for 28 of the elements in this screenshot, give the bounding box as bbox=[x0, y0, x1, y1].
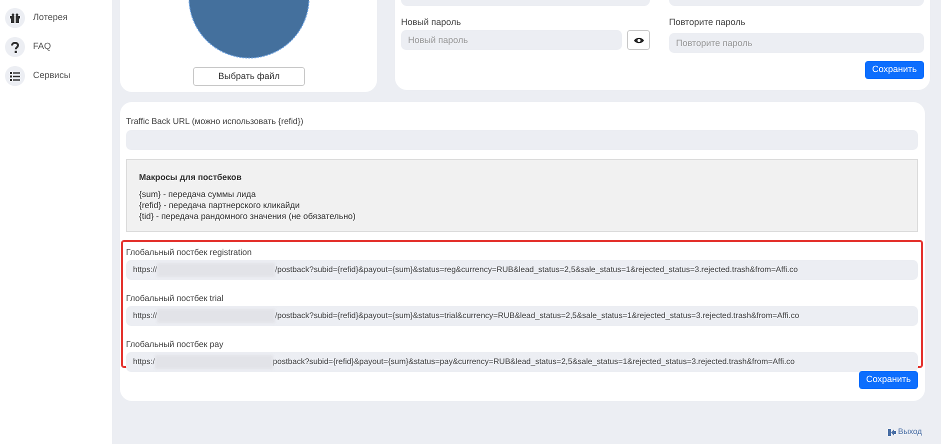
field-label: Глобальный постбек registration bbox=[126, 246, 253, 258]
save-button[interactable]: Сохранить bbox=[859, 371, 918, 389]
repeat-password-field[interactable]: Повторите пароль bbox=[669, 33, 924, 53]
postback-url-field[interactable]: https:// /postback?subid={refid}&payout={sum}&status=reg&currency=RUB&lead_status=2,5&sale_status=1&rejected_status=3.rejected.trash&from=Affi.co bbox=[126, 260, 918, 280]
eye-icon bbox=[634, 36, 644, 44]
sidebar-item[interactable]: Лотерея bbox=[33, 11, 68, 25]
field-label: Повторите пароль bbox=[669, 16, 746, 29]
new-password-field[interactable]: Новый пароль bbox=[401, 30, 622, 50]
logout-icon bbox=[888, 428, 896, 436]
macro-description: {sum} - передача суммы лида bbox=[139, 188, 257, 200]
choose-file-button[interactable]: Выбрать файл bbox=[193, 67, 305, 86]
sidebar-item[interactable]: Сервисы bbox=[33, 69, 70, 83]
show-password-button[interactable] bbox=[627, 30, 650, 50]
list-icon bbox=[5, 66, 25, 86]
field-label: Глобальный постбек trial bbox=[126, 292, 224, 304]
sidebar-item[interactable]: FAQ bbox=[33, 40, 52, 54]
macros-title: Макросы для постбеков bbox=[139, 171, 243, 184]
postback-url-field[interactable]: https:// /postback?subid={refid}&payout={sum}&status=trial&currency=RUB&lead_status=2,5&sale_status=1&rejected_status=3.rejected.trash&from=Affi.co bbox=[126, 306, 918, 326]
postback-url-field[interactable]: https:/ postback?subid={refid}&payout={sum}&status=pay&currency=RUB&lead_status=2,5&sale_status=1&rejected_status=3.rejected.trash&from=Affi.co bbox=[126, 352, 918, 372]
field-label: Traffic Back URL (можно использовать {refid}) bbox=[126, 115, 304, 128]
save-button[interactable]: Сохранить bbox=[865, 61, 924, 79]
logout-link[interactable]: Выход bbox=[898, 426, 922, 438]
macro-description: {refid} - передача партнерского кликайди bbox=[139, 200, 301, 211]
field-label: Глобальный постбек pay bbox=[126, 338, 224, 350]
question-icon bbox=[5, 37, 25, 57]
macro-description: {tid} - передача рандомного значения (не обязательно) bbox=[139, 210, 357, 222]
field-label: Новый пароль bbox=[401, 16, 462, 29]
gift-icon bbox=[5, 8, 25, 28]
